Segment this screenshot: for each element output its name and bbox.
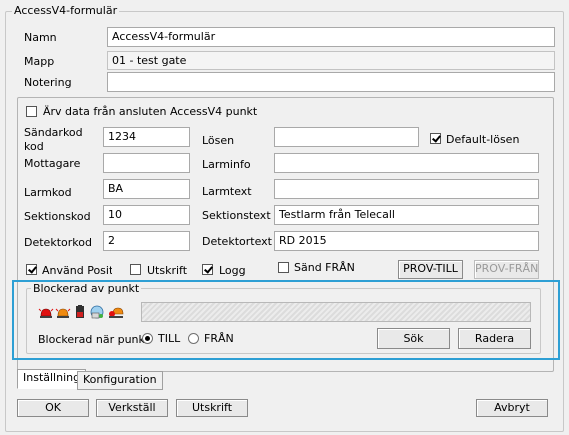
utskrift-button[interactable]: Utskrift xyxy=(176,399,248,417)
larminfo-field[interactable] xyxy=(274,153,539,173)
sektionskod-label: Sektionskod xyxy=(24,210,91,223)
network-icon[interactable] xyxy=(89,304,105,320)
till-radio[interactable] xyxy=(142,333,153,344)
default-losen-checkbox[interactable] xyxy=(430,133,441,144)
anvand-checkbox[interactable] xyxy=(26,264,37,275)
blocked-when-label: Blockerad när punkt xyxy=(38,333,150,346)
prov-fran-button: PROV-FRÅN xyxy=(474,260,539,279)
red-siren-icon[interactable] xyxy=(38,304,54,320)
anvand-label: Använd Positic xyxy=(42,264,112,277)
sektionstext-label: Sektionstext xyxy=(202,209,271,222)
radera-button[interactable]: Radera xyxy=(458,328,531,349)
blocked-title: Blockerad av punkt xyxy=(31,282,142,295)
namn-field[interactable]: AccessV4-formulär xyxy=(107,27,555,47)
form-title: AccessV4-formulär xyxy=(12,4,120,17)
alarm-person-icon[interactable] xyxy=(108,304,124,320)
sektionskod-field[interactable]: 10 xyxy=(103,205,190,225)
mottagare-label: Mottagare xyxy=(24,157,81,170)
tab-installning[interactable]: Inställning xyxy=(17,369,87,389)
notering-label: Notering xyxy=(24,76,72,89)
sand-fran-checkbox[interactable] xyxy=(278,262,289,273)
logg-label: Logg xyxy=(219,264,246,277)
prov-till-button[interactable]: PROV-TILL xyxy=(398,260,463,279)
inherit-checkbox[interactable] xyxy=(26,106,37,117)
utskrift-checkbox[interactable] xyxy=(130,264,141,275)
fran-label: FRÅN xyxy=(204,332,234,345)
ok-button[interactable]: OK xyxy=(17,399,89,417)
sandarkod-field[interactable]: 1234 xyxy=(103,127,190,147)
losen-label: Lösen xyxy=(202,134,235,147)
larmtext-field[interactable] xyxy=(274,179,539,199)
sok-button[interactable]: Sök xyxy=(377,328,450,349)
inherit-label: Ärv data från ansluten AccessV4 punkt xyxy=(43,105,258,118)
losen-field[interactable] xyxy=(274,127,419,147)
mapp-label: Mapp xyxy=(24,55,55,68)
till-label: TILL xyxy=(158,332,181,345)
larmkod-label: Larmkod xyxy=(24,186,72,199)
detektorkod-field[interactable]: 2 xyxy=(103,231,190,251)
mapp-field: 01 - test gate xyxy=(107,51,555,70)
tab-konfiguration[interactable]: Konfiguration xyxy=(77,371,163,390)
logg-checkbox[interactable] xyxy=(202,264,213,275)
sand-fran-label: Sänd FRÅN xyxy=(294,261,355,274)
detektorkod-label: Detektorkod xyxy=(24,236,92,249)
default-losen-label: Default-lösen xyxy=(446,133,520,146)
notering-field[interactable] xyxy=(107,72,555,92)
sandarkod-label: Sändarkod kod xyxy=(24,126,83,153)
sektionstext-field[interactable]: Testlarm från Telecall xyxy=(274,205,539,225)
larmkod-field[interactable]: BA xyxy=(103,179,190,199)
orange-siren-icon[interactable] xyxy=(55,304,71,320)
detektortext-field[interactable]: RD 2015 xyxy=(274,231,539,251)
verkstall-button[interactable]: Verkställ xyxy=(96,399,168,417)
larminfo-label: Larminfo xyxy=(202,158,251,171)
utskrift-label: Utskrift xyxy=(147,264,188,277)
larmtext-label: Larmtext xyxy=(202,185,252,198)
blocked-by-point-field[interactable] xyxy=(141,302,531,322)
avbryt-button[interactable]: Avbryt xyxy=(476,399,548,417)
detektortext-label: Detektortext xyxy=(202,235,272,248)
fran-radio[interactable] xyxy=(188,333,199,344)
battery-alarm-icon[interactable] xyxy=(72,304,88,320)
namn-label: Namn xyxy=(24,31,57,44)
mottagare-field[interactable] xyxy=(103,153,190,173)
